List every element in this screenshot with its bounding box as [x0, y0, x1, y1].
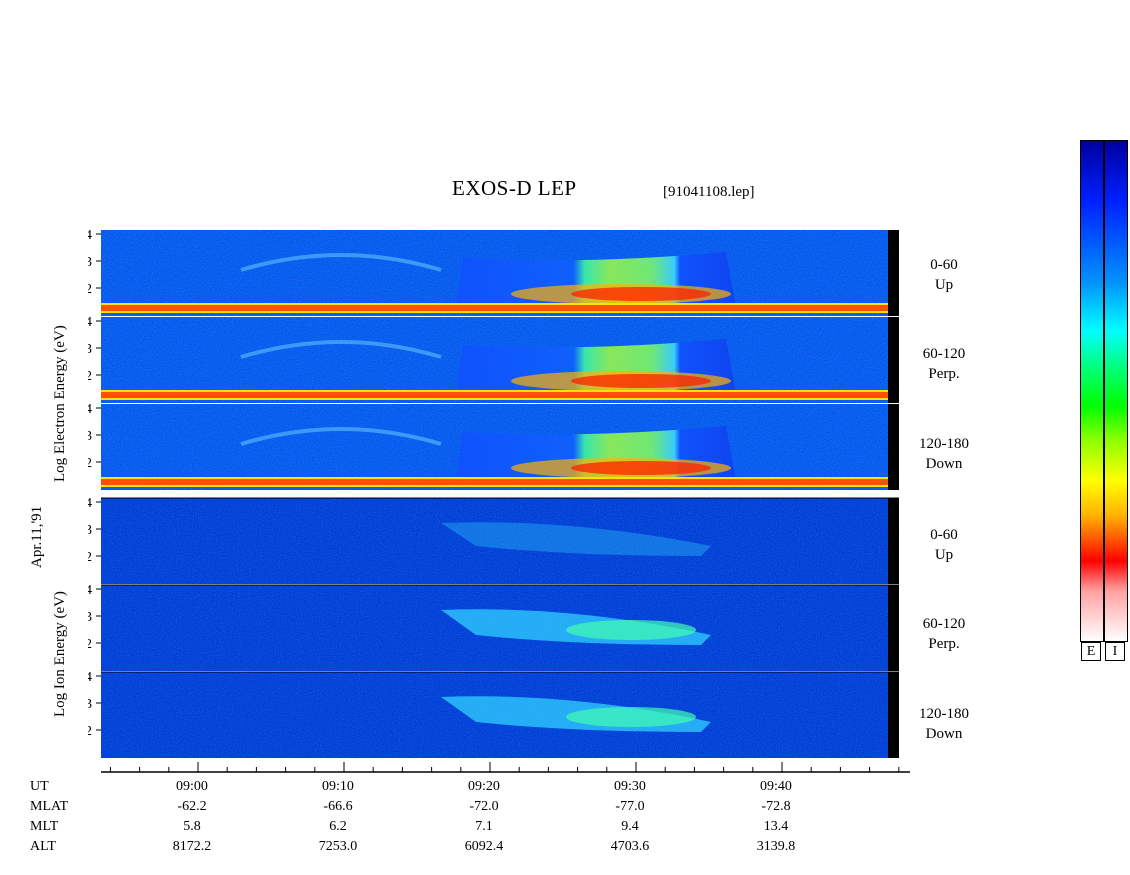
- channel-label-5: 60-120 Perp.: [909, 614, 979, 654]
- row-header-ut: UT: [30, 779, 49, 794]
- footer-mlt-value: 9.4: [621, 819, 639, 834]
- footer-mlat-value: -72.0: [469, 799, 499, 814]
- channel-angle: 60-120: [922, 346, 966, 362]
- date-label: Apr.11,'91: [29, 505, 45, 568]
- footer-ut-value: 09:30: [614, 779, 646, 794]
- footer-mlat-value: -77.0: [615, 799, 645, 814]
- panel-1-low-energy-core: [101, 305, 888, 311]
- electron-energy-axis-label: Log Electron Energy (eV): [52, 325, 68, 482]
- panel-3-ytick-label-3: 3: [88, 429, 92, 444]
- channel-direction: Down: [925, 456, 963, 472]
- channel-direction: Up: [934, 277, 954, 293]
- footer-mlt-value: 5.8: [183, 819, 201, 834]
- panel-1-ytick-label-3: 3: [88, 255, 92, 270]
- row-header-mlat: MLAT: [30, 799, 69, 814]
- footer-mlt-value: 13.4: [763, 819, 789, 834]
- colorbar-label-i: I: [1105, 642, 1125, 661]
- panel-6-ytick-label-3: 3: [88, 697, 92, 712]
- panel-4-edge: [888, 498, 899, 584]
- row-header-mlt: MLT: [30, 819, 59, 834]
- channel-label-3: 120-180 Down: [909, 434, 979, 474]
- channel-angle: 120-180: [919, 706, 969, 722]
- colorbar-electron: [1080, 140, 1104, 642]
- panel-4-ytick-label-4: 4: [88, 496, 92, 511]
- footer-alt-value: 7253.0: [318, 839, 358, 854]
- file-tag: [91041108.lep]: [663, 184, 755, 200]
- panel-2-ytick-label-3: 3: [88, 342, 92, 357]
- channel-label-4: 0-60 Up: [909, 525, 979, 565]
- channel-direction: Perp.: [928, 636, 960, 652]
- channel-label-2: 60-120 Perp.: [909, 344, 979, 384]
- panel-5-ytick-label-2: 2: [88, 637, 92, 652]
- footer-alt-value: 4703.6: [610, 839, 650, 854]
- panel-3-ytick-label-4: 4: [88, 402, 92, 417]
- panel-5-ytick-label-4: 4: [88, 583, 92, 598]
- panel-5-edge: [888, 585, 899, 671]
- panel-4-ytick-label-2: 2: [88, 550, 92, 565]
- panel-1-ytick-label-4: 4: [88, 228, 92, 243]
- footer-alt-value: 6092.4: [464, 839, 504, 854]
- footer-ut-value: 09:40: [760, 779, 792, 794]
- footer-ut-value: 09:00: [176, 779, 208, 794]
- panel-3-edge: [888, 404, 899, 490]
- channel-label-6: 120-180 Down: [909, 704, 979, 744]
- panel-6-ytick-label-4: 4: [88, 670, 92, 685]
- footer-mlt-value: 7.1: [475, 819, 493, 834]
- footer-alt-value: 3139.8: [756, 839, 796, 854]
- colorbar-label-e: E: [1081, 642, 1101, 661]
- channel-direction: Perp.: [928, 366, 960, 382]
- panel-1-peak-core: [571, 287, 711, 301]
- panel-2-ytick-label-2: 2: [88, 369, 92, 384]
- colorbar-ion: [1104, 140, 1128, 642]
- footer-ut-value: 09:10: [322, 779, 354, 794]
- panel-3-low-energy-core: [101, 479, 888, 485]
- panel-2-edge: [888, 317, 899, 403]
- panel-6-ytick-label-2: 2: [88, 724, 92, 739]
- panel-1-edge: [888, 230, 899, 316]
- panel-3-peak-core: [571, 461, 711, 475]
- footer-mlat-value: -62.2: [177, 799, 207, 814]
- panel-4-ytick-label-3: 3: [88, 523, 92, 538]
- panel-6-ion-peak: [566, 707, 696, 727]
- spectrogram-plot: 4 3 2 4 3 2 4 3 2 4 3 2 4 3 2 4 3 2: [88, 228, 910, 773]
- channel-angle: 0-60: [930, 257, 958, 273]
- panel-2-peak-core: [571, 374, 711, 388]
- channel-direction: Up: [934, 547, 954, 563]
- channel-angle: 60-120: [922, 616, 966, 632]
- panel-1-ytick-label-2: 2: [88, 282, 92, 297]
- panel-5-ytick-label-3: 3: [88, 610, 92, 625]
- panel-3-ytick-label-2: 2: [88, 456, 92, 471]
- footer-mlt-value: 6.2: [329, 819, 347, 834]
- footer-mlat-value: -72.8: [761, 799, 791, 814]
- channel-direction: Down: [925, 726, 963, 742]
- panel-2-ytick-label-4: 4: [88, 315, 92, 330]
- channel-angle: 0-60: [930, 527, 958, 543]
- footer-ut-value: 09:20: [468, 779, 500, 794]
- x-axis-ticks: [109, 762, 900, 772]
- chart-title: EXOS-D LEP: [452, 176, 577, 200]
- panel-2-low-energy-core: [101, 392, 888, 398]
- ion-energy-axis-label: Log Ion Energy (eV): [52, 591, 68, 717]
- channel-angle: 120-180: [919, 436, 969, 452]
- panel-5-ion-peak: [566, 620, 696, 640]
- footer-alt-value: 8172.2: [172, 839, 212, 854]
- channel-label-1: 0-60 Up: [909, 255, 979, 295]
- row-header-alt: ALT: [30, 839, 56, 854]
- panel-6-edge: [888, 672, 899, 758]
- footer-mlat-value: -66.6: [323, 799, 353, 814]
- panel-layer: 4 3 2 4 3 2 4 3 2 4 3 2 4 3 2 4 3 2: [88, 228, 899, 758]
